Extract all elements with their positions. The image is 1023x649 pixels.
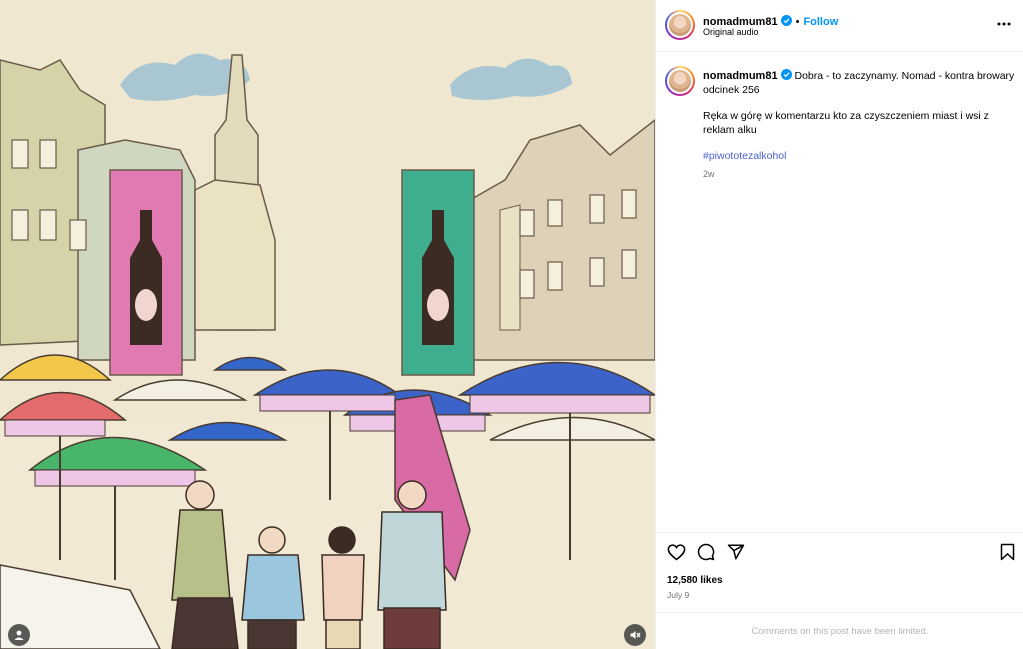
caption-text-2: Ręka w górę w komentarzu kto za czyszcze… [703, 110, 989, 136]
user-tag-icon [14, 630, 24, 640]
post-header: nomadmum81 • Follow Original audio [656, 0, 1023, 52]
bookmark-icon [1000, 543, 1014, 561]
illustration-market-square [0, 0, 655, 649]
share-button[interactable] [725, 541, 747, 563]
comments-limited-notice: Comments on this post have been limited. [656, 612, 1023, 649]
verified-badge-icon [780, 69, 792, 80]
post-age[interactable]: 2w [703, 167, 1019, 181]
likes-count[interactable]: 12,580 likes [667, 575, 723, 586]
post-panel: nomadmum81 • Follow Original audio nomadmu… [655, 0, 1023, 649]
hashtag-link[interactable]: #piwototezalkohol [703, 150, 786, 162]
follow-button[interactable]: Follow [803, 16, 838, 28]
comment-icon [697, 543, 715, 561]
comment-button[interactable] [695, 541, 717, 563]
more-options-icon [997, 22, 1011, 26]
audio-label[interactable]: Original audio [703, 27, 759, 37]
user-tag-button[interactable] [8, 624, 30, 646]
mute-button[interactable] [624, 624, 646, 646]
mute-icon [630, 631, 641, 639]
like-button[interactable] [665, 541, 687, 563]
save-button[interactable] [996, 541, 1018, 563]
more-options-button[interactable] [994, 16, 1014, 32]
caption-avatar[interactable] [665, 66, 695, 96]
heart-icon [667, 543, 685, 560]
post-media[interactable] [0, 0, 655, 649]
caption-first-paragraph: nomadmum81 Dobra - to zaczynamy. Nomad -… [703, 69, 1019, 97]
verified-badge-icon [780, 15, 792, 26]
actions-bar: 12,580 likes July 9 [656, 532, 1023, 612]
caption: nomadmum81 Dobra - to zaczynamy. Nomad -… [703, 69, 1019, 181]
post-date[interactable]: July 9 [667, 590, 689, 600]
avatar[interactable] [665, 10, 695, 40]
caption-username[interactable]: nomadmum81 [703, 70, 778, 82]
send-icon [727, 544, 745, 560]
separator-dot: • [795, 16, 800, 28]
